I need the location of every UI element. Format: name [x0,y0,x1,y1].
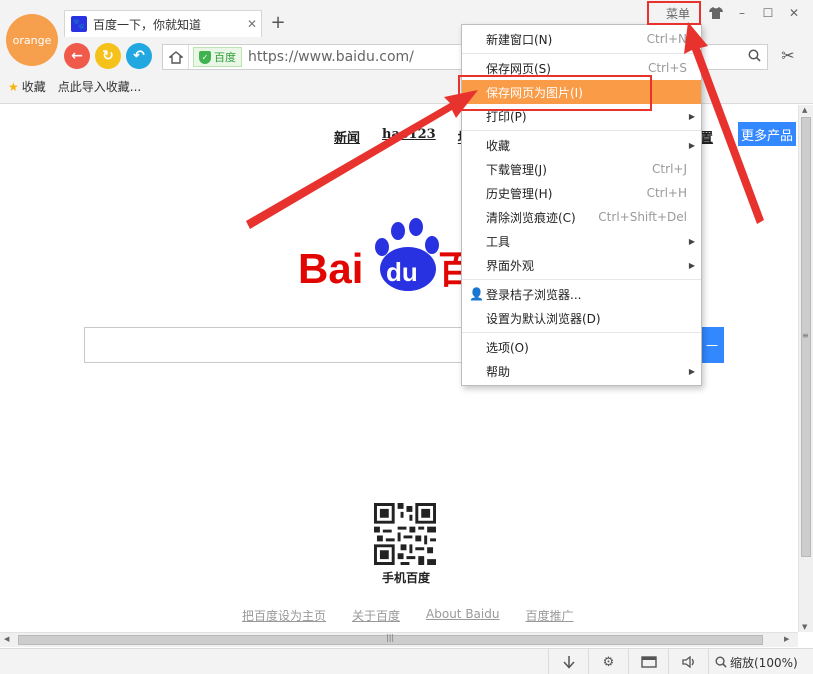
chevron-right-icon: ▶ [688,260,695,270]
footer-links: 把百度设为主页 关于百度 About Baidu 百度推广 [242,607,573,624]
baidu-paw-icon: 🐾 [71,16,87,32]
tab-close-icon[interactable]: ✕ [243,17,261,31]
import-favorites-link[interactable]: 点此导入收藏... [58,78,141,95]
scroll-down-icon[interactable]: ▼ [802,623,807,631]
search-icon[interactable] [741,49,767,66]
search-input[interactable] [84,327,464,363]
menu-separator [462,332,701,333]
menu-separator [462,53,701,54]
mobile-baidu-label: 手机百度 [381,571,430,585]
shirt-icon[interactable] [703,3,729,23]
logo-text: orange [12,33,52,47]
svg-text:du: du [386,257,418,287]
window-icon[interactable] [628,649,668,674]
scissors-icon[interactable]: ✂ [776,46,800,65]
new-tab-button[interactable]: + [268,13,288,33]
user-icon: 👤 [469,287,484,301]
menu-item-favorites[interactable]: 收藏 ▶ [462,133,701,157]
tab-baidu[interactable]: 🐾 百度一下，你就知道 ✕ [64,10,262,37]
more-products-button[interactable]: 更多产品 [738,122,796,146]
secure-label: 百度 [214,51,236,64]
speaker-icon[interactable] [668,649,708,674]
chevron-right-icon: ▶ [688,366,695,376]
link-hao123[interactable]: hao123 [382,127,436,146]
annotation-box-menu [647,1,701,25]
chevron-right-icon: ▶ [688,111,695,121]
shield-check-icon: ✓ [199,50,211,64]
menu-item-options[interactable]: 选项(O) [462,335,701,359]
top-nav-links: 新闻 hao123 地 [334,127,471,146]
chevron-right-icon: ▶ [688,140,695,150]
grip-icon: ||| [386,633,395,642]
scroll-left-icon[interactable]: ◀ [4,635,9,643]
star-icon: ★ [8,80,19,94]
menu-item-clear-history[interactable]: 清除浏览痕迹(C) Ctrl+Shift+Del [462,205,701,229]
status-icons: ⚙ 缩放(100%) [548,649,804,674]
menu-item-help[interactable]: 帮助 ▶ [462,359,701,383]
gear-icon[interactable]: ⚙ [588,649,628,674]
favorites-item[interactable]: ★ 收藏 [8,78,46,95]
nav-buttons: ← ↻ ↶ [64,43,152,69]
menu-item-appearance[interactable]: 界面外观 ▶ [462,253,701,277]
refresh-button[interactable]: ↻ [95,43,121,69]
baidu-logo: Bai du 百 [298,218,476,292]
download-icon[interactable] [548,649,588,674]
qr-code [374,503,436,565]
menu-separator [462,130,701,131]
search-button[interactable]: 一 [700,327,724,363]
minimize-button[interactable]: – [729,3,755,23]
footer-link-about[interactable]: 关于百度 [352,607,400,624]
menu-item-tools[interactable]: 工具 ▶ [462,229,701,253]
scroll-right-icon[interactable]: ▶ [784,635,789,643]
tab-title: 百度一下，你就知道 [93,17,202,32]
secure-badge[interactable]: ✓ 百度 [193,47,242,67]
horizontal-scrollbar[interactable]: ◀ ||| ▶ [0,632,798,647]
menu-item-history[interactable]: 历史管理(H) Ctrl+H [462,181,701,205]
link-news[interactable]: 新闻 [334,127,360,146]
maximize-button[interactable]: ☐ [755,3,781,23]
menu-item-login[interactable]: 👤 登录桔子浏览器... [462,282,701,306]
orange-browser-logo[interactable]: orange [6,14,58,66]
favorites-bar: ★ 收藏 点此导入收藏... [8,78,141,95]
home-icon[interactable] [163,45,189,69]
menu-separator [462,279,701,280]
footer-link-about-en[interactable]: About Baidu [426,607,499,624]
zoom-level: 缩放(100%) [730,655,798,670]
close-window-button[interactable]: ✕ [781,3,807,23]
status-bar: ⚙ 缩放(100%) [0,648,813,674]
footer-link-homepage[interactable]: 把百度设为主页 [242,607,326,624]
zoom-control[interactable]: 缩放(100%) [708,649,804,674]
zoom-icon [715,656,727,668]
annotation-box-save-image [458,75,652,111]
menu-item-downloads[interactable]: 下载管理(J) Ctrl+J [462,157,701,181]
footer-link-promo[interactable]: 百度推广 [525,607,573,624]
menu-item-new-window[interactable]: 新建窗口(N) Ctrl+N [462,27,701,51]
undo-close-button[interactable]: ↶ [126,43,152,69]
vertical-scrollbar[interactable]: ▲ ≡ ▼ [798,105,813,632]
scroll-up-icon[interactable]: ▲ [802,106,807,114]
back-button[interactable]: ← [64,43,90,69]
menu-item-set-default[interactable]: 设置为默认浏览器(D) [462,306,701,330]
grip-icon: ≡ [802,331,809,340]
svg-text:Bai: Bai [298,245,363,292]
chevron-right-icon: ▶ [688,236,695,246]
